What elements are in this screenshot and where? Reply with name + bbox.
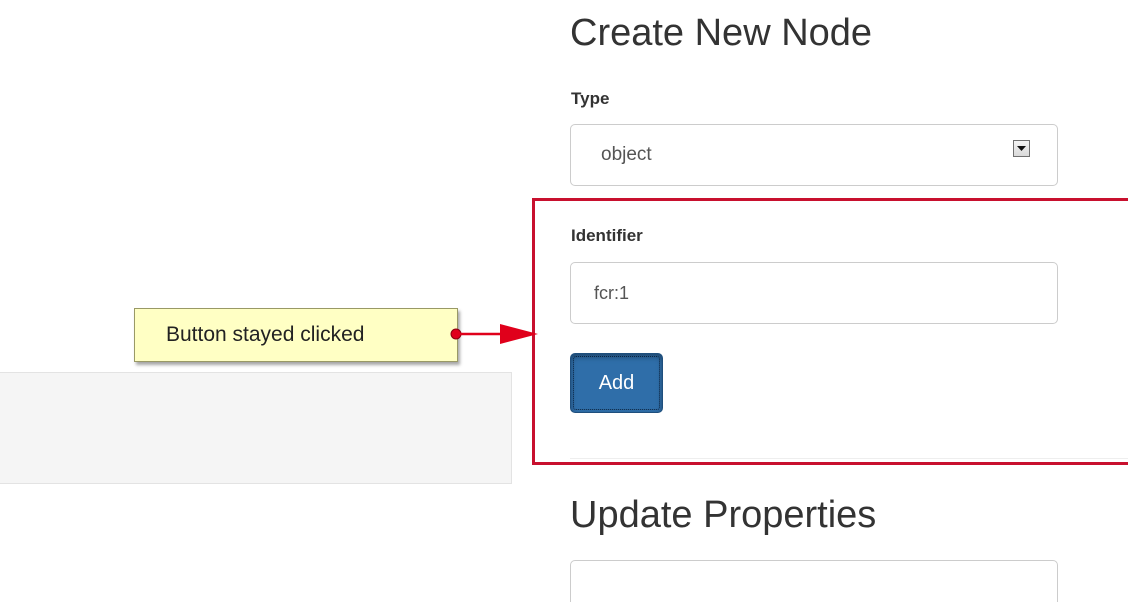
annotation-callout: Button stayed clicked <box>134 308 458 362</box>
update-properties-title: Update Properties <box>570 494 877 536</box>
left-panel <box>0 372 512 484</box>
arrow-right-icon <box>450 324 538 344</box>
identifier-label: Identifier <box>571 226 643 245</box>
identifier-input[interactable] <box>570 262 1058 324</box>
chevron-down-icon[interactable] <box>1013 140 1030 157</box>
add-button-label: Add <box>598 371 635 394</box>
type-select[interactable]: object <box>570 124 1058 186</box>
section-divider <box>570 458 1128 459</box>
add-button[interactable]: Add <box>570 353 663 413</box>
type-select-value: object <box>601 144 652 165</box>
type-label: Type <box>571 89 610 108</box>
create-node-title: Create New Node <box>570 12 873 54</box>
page: Create New Node Type object Identifier A… <box>0 0 1128 602</box>
update-properties-input[interactable] <box>570 560 1058 602</box>
